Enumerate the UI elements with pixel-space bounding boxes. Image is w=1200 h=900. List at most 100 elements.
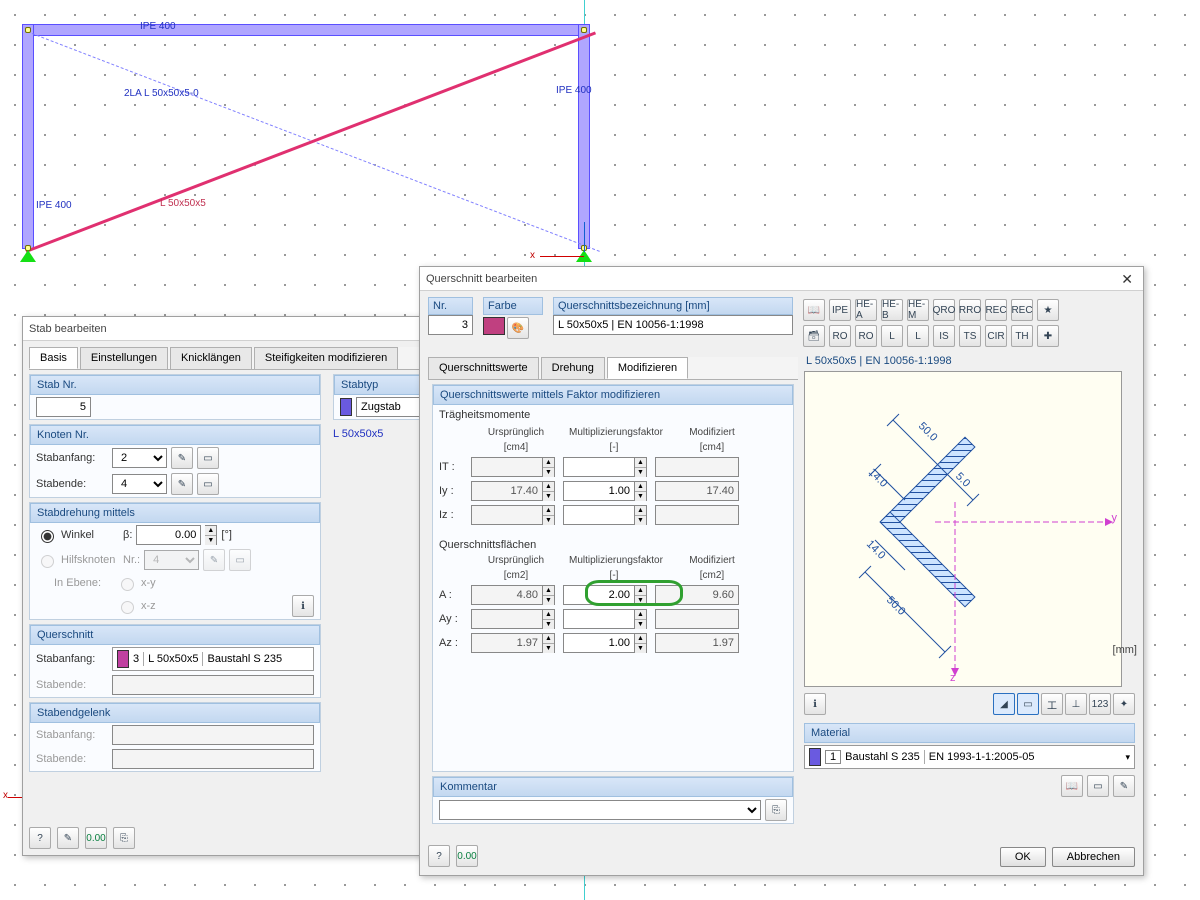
color-swatch[interactable] [483, 317, 505, 335]
th-icon[interactable]: TH [1011, 325, 1033, 347]
spinner[interactable]: ▲▼ [635, 633, 647, 653]
view6-icon[interactable]: ✦ [1113, 693, 1135, 715]
view3-icon[interactable]: 工 [1041, 693, 1063, 715]
spinner[interactable]: ▲▼ [635, 505, 647, 525]
rro-icon[interactable]: RRO [959, 299, 981, 321]
qs-nr-input[interactable] [428, 315, 473, 335]
copy-icon[interactable]: ⎘ [113, 827, 135, 849]
tab-drehung[interactable]: Drehung [541, 357, 605, 379]
stabnr-input[interactable] [36, 397, 91, 417]
new-icon[interactable]: ▭ [197, 473, 219, 495]
u-cm4-1: [cm4] [471, 442, 561, 453]
edit-icon[interactable]: ✎ [57, 827, 79, 849]
ipe-icon[interactable]: IPE [829, 299, 851, 321]
mat-lib-icon[interactable]: 📖 [1061, 775, 1083, 797]
xy-label: x-y [141, 577, 156, 589]
it-factor[interactable] [563, 457, 635, 477]
section-preview: y z 50.0 14.0 5.0 14.0 50.0 [804, 371, 1122, 687]
ay-factor[interactable] [563, 609, 635, 629]
spinner[interactable]: ▲▼ [543, 585, 555, 605]
color-picker-icon[interactable]: 🎨 [507, 317, 529, 339]
values-icon[interactable]: 0.00 [456, 845, 478, 867]
cancel-button[interactable]: Abbrechen [1052, 847, 1135, 867]
node [25, 27, 31, 33]
mat-new-icon[interactable]: ▭ [1087, 775, 1109, 797]
ro2-icon[interactable]: RO [855, 325, 877, 347]
kommentar-lib-icon[interactable]: ⎘ [765, 799, 787, 821]
nr-label: Nr.: [123, 554, 140, 566]
values-icon[interactable]: 0.00 [85, 827, 107, 849]
view4-icon[interactable]: ⊥ [1065, 693, 1087, 715]
iy-label: Iy : [439, 485, 471, 497]
spinner[interactable]: ▲▼ [635, 457, 647, 477]
preview-title: L 50x50x5 | EN 10056-1:1998 [804, 353, 1135, 369]
spinner[interactable]: ▲▼ [543, 505, 555, 525]
spinner[interactable]: ▲▼ [635, 609, 647, 629]
kommentar-select[interactable] [439, 800, 761, 820]
view5-icon[interactable]: 123 [1089, 693, 1111, 715]
qs-anfang-box[interactable]: 3 L 50x50x5 Baustahl S 235 [112, 647, 314, 671]
qro-icon[interactable]: QRO [933, 299, 955, 321]
spinner[interactable]: ▲▼ [543, 633, 555, 653]
info-icon[interactable]: ℹ [804, 693, 826, 715]
a-factor[interactable] [563, 585, 635, 605]
tab-einstellungen[interactable]: Einstellungen [80, 347, 168, 369]
tab-steifigkeiten[interactable]: Steifigkeiten modifizieren [254, 347, 398, 369]
new-icon[interactable]: ▭ [197, 447, 219, 469]
ro-icon[interactable]: RO [829, 325, 851, 347]
tab-knicklaengen[interactable]: Knicklängen [170, 347, 252, 369]
help-icon[interactable]: ? [29, 827, 51, 849]
material-select[interactable]: 1 Baustahl S 235 EN 1993-1-1:2005-05 ▾ [804, 745, 1135, 769]
material-norm: EN 1993-1-1:2005-05 [929, 751, 1035, 763]
ok-button[interactable]: OK [1000, 847, 1046, 867]
help-icon[interactable]: ? [428, 845, 450, 867]
gelenk-ende-label: Stabende: [36, 753, 108, 765]
pick-icon[interactable]: ✎ [171, 447, 193, 469]
spinner[interactable]: ▲▼ [635, 585, 647, 605]
iz-factor[interactable] [563, 505, 635, 525]
u-dash-1: [-] [569, 442, 659, 453]
spinner[interactable]: ▲▼ [543, 609, 555, 629]
iy-factor[interactable] [563, 481, 635, 501]
stabende-select[interactable]: 4 [112, 474, 167, 494]
pick-icon[interactable]: ✎ [171, 473, 193, 495]
view2-icon[interactable]: ▭ [1017, 693, 1039, 715]
beta-spinner[interactable]: ▲▼ [205, 525, 217, 545]
rec2-icon[interactable]: REC [1011, 299, 1033, 321]
tab-basis[interactable]: Basis [29, 347, 78, 369]
heb-icon[interactable]: HE-B [881, 299, 903, 321]
view1-icon[interactable]: ◢ [993, 693, 1015, 715]
info-icon[interactable]: ℹ [292, 595, 314, 617]
stabanfang-select[interactable]: 2 [112, 448, 167, 468]
fav-icon[interactable]: ★ [1037, 299, 1059, 321]
spinner[interactable]: ▲▼ [543, 481, 555, 501]
ts-icon[interactable]: TS [959, 325, 981, 347]
it-mod [655, 457, 739, 477]
tab-querschnittswerte[interactable]: Querschnittswerte [428, 357, 539, 379]
spinner[interactable]: ▲▼ [635, 481, 647, 501]
hea-icon[interactable]: HE-A [855, 299, 877, 321]
winkel-radio[interactable] [41, 530, 54, 543]
user-icon[interactable]: ✚ [1037, 325, 1059, 347]
is-icon[interactable]: IS [933, 325, 955, 347]
l2-icon[interactable]: L [907, 325, 929, 347]
label-diag1: 2LA L 50x50x5-0 [124, 88, 199, 99]
qs-ende-label: Stabende: [36, 679, 108, 691]
rec-icon[interactable]: REC [985, 299, 1007, 321]
beta-input[interactable] [136, 525, 201, 545]
spinner[interactable]: ▲▼ [543, 457, 555, 477]
hem-icon[interactable]: HE-M [907, 299, 929, 321]
qs-color-icon [117, 650, 129, 668]
close-icon[interactable]: ✕ [1117, 267, 1137, 290]
az-factor[interactable] [563, 633, 635, 653]
hilfsknoten-label: Hilfsknoten [61, 554, 119, 566]
l-icon[interactable]: L [881, 325, 903, 347]
cir-icon[interactable]: CIR [985, 325, 1007, 347]
mat-edit-icon[interactable]: ✎ [1113, 775, 1135, 797]
db-icon[interactable]: 🗃 [803, 325, 825, 347]
iz-orig [471, 505, 543, 525]
tab-modifizieren[interactable]: Modifizieren [607, 357, 688, 379]
lib-icon[interactable]: 📖 [803, 299, 825, 321]
bezeichnung-input[interactable] [553, 315, 793, 335]
drehung-header: Stabdrehung mittels [30, 503, 320, 523]
